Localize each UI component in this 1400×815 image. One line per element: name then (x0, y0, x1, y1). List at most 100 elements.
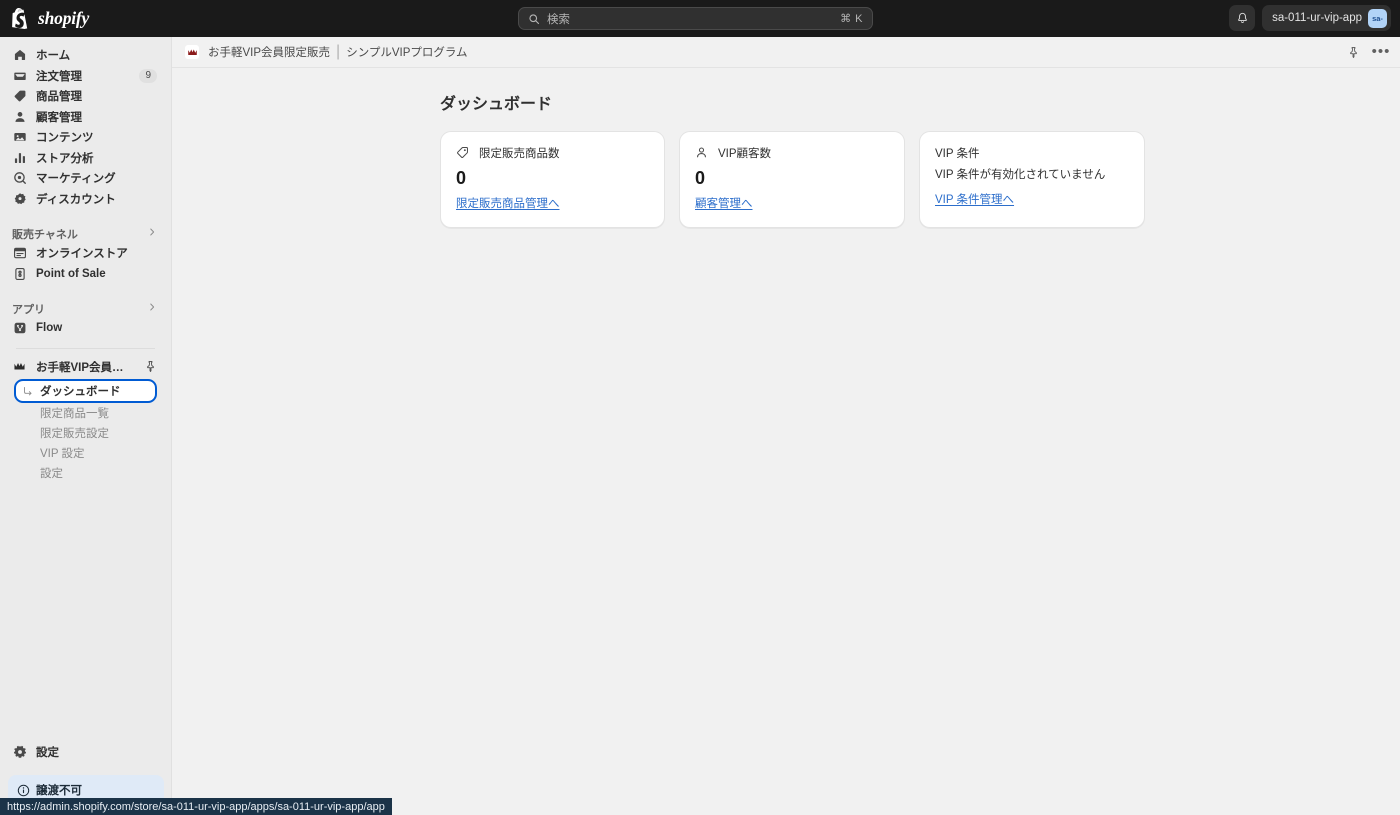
sidebar-item-global-settings[interactable]: 設定 (8, 741, 164, 763)
app-subnav: ダッシュボード 限定商品一覧 限定販売設定 VIP 設定 設定 (8, 378, 163, 483)
search-shortcut: ⌘ K (840, 13, 863, 25)
card-link-vip-conditions[interactable]: VIP 条件管理へ (935, 191, 1014, 207)
online-store-icon (12, 246, 27, 261)
tag-icon (456, 146, 470, 160)
pin-icon[interactable] (144, 360, 157, 373)
sidebar-item-settings[interactable]: 設定 (10, 463, 161, 483)
orders-count-badge: 9 (139, 68, 157, 83)
chevron-right-icon[interactable] (147, 227, 157, 240)
gear-icon (12, 745, 27, 760)
card-header: 限定販売商品数 (456, 145, 649, 161)
card-vip-conditions: VIP 条件 VIP 条件が有効化されていません VIP 条件管理へ (919, 131, 1145, 228)
sidebar-item-orders[interactable]: 注文管理 9 (8, 66, 163, 87)
sidebar-item-content[interactable]: コンテンツ (8, 127, 163, 148)
card-title: VIP 条件 (935, 148, 980, 160)
card-value: 0 (695, 168, 706, 188)
dashboard-content: ダッシュボード 限定販売商品数 0 限定販売商品管理へ VIP顧客数 0 顧客管… (172, 68, 1400, 228)
top-bar: shopify 検索 ⌘ K sa-011-ur-vip-app sa- (0, 0, 1400, 37)
notifications-button[interactable] (1229, 5, 1256, 31)
avatar: sa- (1368, 8, 1387, 28)
marketing-megaphone-icon (12, 171, 27, 186)
more-horizontal-icon[interactable]: ••• (1372, 44, 1390, 59)
sidebar-item-customers[interactable]: 顧客管理 (8, 107, 163, 128)
sidebar-item-point-of-sale[interactable]: Point of Sale (8, 264, 163, 285)
sidebar-item-marketing[interactable]: マーケティング (8, 168, 163, 189)
main-content: お手軽VIP会員限定販売 | シンプルVIPプログラム ••• ダッシュボード … (172, 37, 1400, 815)
shopify-wordmark: shopify (38, 8, 90, 28)
content-media-icon (12, 130, 27, 145)
crown-icon (12, 359, 27, 374)
shopify-logo[interactable]: shopify (12, 8, 212, 29)
home-icon (12, 48, 27, 63)
sidebar-item-home[interactable]: ホーム (8, 45, 163, 66)
pin-icon[interactable] (1346, 45, 1360, 59)
bell-icon (1237, 12, 1247, 23)
sidebar-nav: ホーム 注文管理 9 商品管理 顧客管理 コンテンツ ストア分析 マーケティング… (0, 37, 171, 483)
search-icon (529, 13, 540, 24)
card-limited-products: 限定販売商品数 0 限定販売商品管理へ (440, 131, 665, 228)
sidebar-item-analytics[interactable]: ストア分析 (8, 148, 163, 169)
sidebar-item-label: 注文管理 (36, 70, 82, 83)
sidebar-subitem-label: 設定 (40, 467, 63, 480)
breadcrumb-app-name[interactable]: お手軽VIP会員限定販売 (208, 44, 330, 60)
search-placeholder: 検索 (547, 13, 570, 26)
sidebar-item-online-store[interactable]: オンラインストア (8, 243, 163, 264)
orders-inbox-icon (12, 68, 27, 83)
analytics-bars-icon (12, 150, 27, 165)
card-value: 0 (456, 168, 467, 188)
sidebar-subitem-label: ダッシュボード (40, 385, 121, 398)
sidebar-item-dashboard[interactable]: ダッシュボード (14, 378, 157, 403)
card-link-customers[interactable]: 顧客管理へ (695, 195, 753, 211)
sidebar-notice-label: 譲渡不可 (36, 785, 82, 797)
sidebar-item-label: ディスカウント (36, 193, 116, 206)
top-bar-actions: sa-011-ur-vip-app sa- (1229, 5, 1391, 31)
sidebar-subitem-label: VIP 設定 (40, 447, 85, 460)
info-circle-icon (17, 784, 30, 796)
sidebar-item-label: ホーム (36, 50, 71, 63)
sidebar-item-flow[interactable]: Flow (8, 318, 163, 339)
sidebar-item-label: マーケティング (36, 173, 116, 186)
section-sales-channels[interactable]: 販売チャネル (8, 224, 163, 243)
breadcrumb-page-name: シンプルVIPプログラム (346, 47, 468, 59)
sidebar-item-products[interactable]: 商品管理 (8, 86, 163, 107)
sidebar-settings-label: 設定 (36, 747, 59, 759)
chevron-right-icon[interactable] (147, 302, 157, 315)
search-field[interactable]: 検索 ⌘ K (518, 7, 873, 30)
sidebar-item-vip-settings[interactable]: VIP 設定 (10, 443, 161, 463)
section-apps[interactable]: アプリ (8, 299, 163, 318)
sidebar-item-discounts[interactable]: ディスカウント (8, 189, 163, 210)
card-link-limited-products[interactable]: 限定販売商品管理へ (456, 195, 560, 211)
sidebar-subitem-label: 限定商品一覧 (40, 407, 109, 420)
products-tag-icon (12, 89, 27, 104)
person-icon (695, 146, 709, 160)
sidebar-item-label: 顧客管理 (36, 111, 82, 124)
card-title: 限定販売商品数 (479, 148, 560, 160)
sidebar-item-label: Point of Sale (36, 267, 106, 280)
flow-icon (12, 321, 27, 336)
sidebar-item-label: 商品管理 (36, 91, 82, 104)
sidebar-item-limited-sale-settings[interactable]: 限定販売設定 (10, 423, 161, 443)
sidebar-subitem-label: 限定販売設定 (40, 427, 109, 440)
crown-badge-icon (185, 45, 199, 59)
sidebar-item-active-app[interactable]: お手軽VIP会員限定販売... (8, 357, 163, 377)
subnav-arrow-icon (22, 384, 35, 397)
user-store-name: sa-011-ur-vip-app (1272, 12, 1362, 24)
page-header-bar: お手軽VIP会員限定販売 | シンプルVIPプログラム ••• (172, 37, 1400, 68)
card-description: VIP 条件が有効化されていません (935, 169, 1106, 181)
section-title: 販売チャネル (12, 228, 78, 241)
page-header-actions: ••• (1346, 44, 1390, 59)
sidebar-item-limited-products[interactable]: 限定商品一覧 (10, 403, 161, 423)
sidebar-item-label: Flow (36, 322, 63, 335)
divider (16, 347, 155, 349)
sidebar: ホーム 注文管理 9 商品管理 顧客管理 コンテンツ ストア分析 マーケティング… (0, 37, 172, 815)
metric-cards: 限定販売商品数 0 限定販売商品管理へ VIP顧客数 0 顧客管理へ VIP 条… (440, 131, 1400, 228)
card-header: VIP顧客数 (695, 145, 889, 161)
section-title: アプリ (12, 303, 45, 316)
user-menu-button[interactable]: sa-011-ur-vip-app sa- (1262, 5, 1391, 31)
shopify-bag-icon (12, 8, 28, 29)
sidebar-app-label: お手軽VIP会員限定販売... (36, 361, 135, 374)
sidebar-item-label: コンテンツ (36, 132, 94, 145)
sidebar-item-label: ストア分析 (36, 152, 94, 165)
